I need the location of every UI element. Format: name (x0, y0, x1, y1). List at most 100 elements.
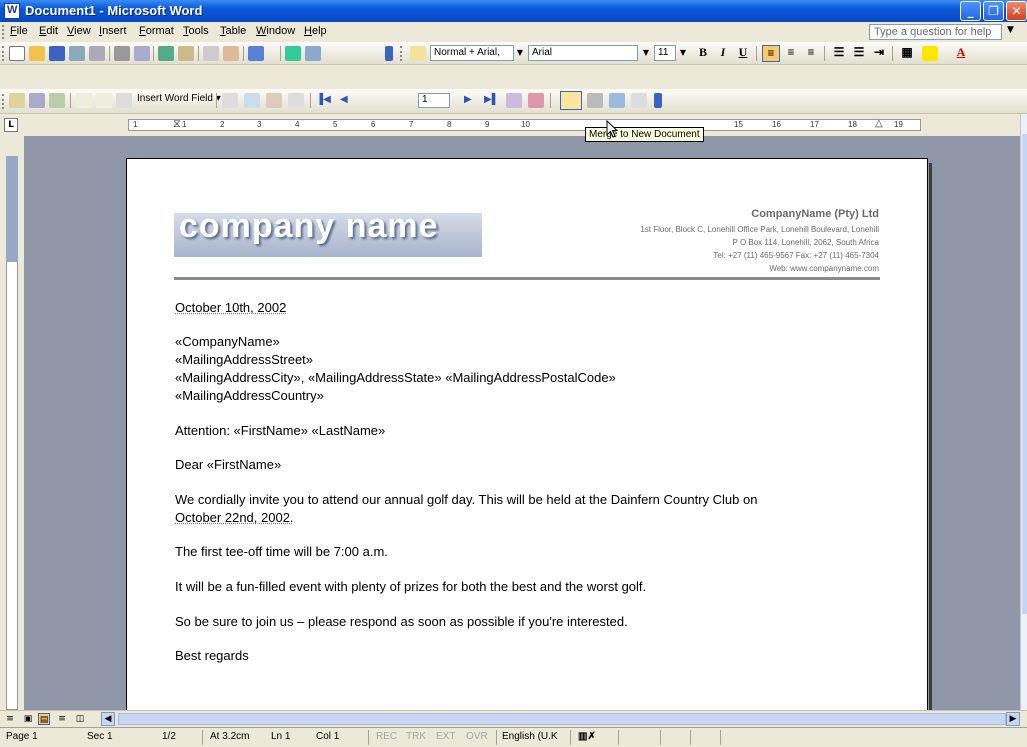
spelling-status-icon[interactable]: ▥✗ (578, 731, 596, 742)
first-record-icon[interactable]: ▐◀ (316, 94, 331, 105)
letter-paragraph-2[interactable]: The first tee-off time will be 7:00 a.m. (175, 544, 388, 559)
letter-greeting[interactable]: Dear «FirstName» (175, 457, 281, 472)
vertical-scroll-thumb[interactable] (1022, 134, 1027, 614)
print-icon[interactable] (114, 46, 130, 61)
main-document-setup-icon[interactable] (9, 93, 25, 108)
insert-address-block-icon[interactable] (76, 93, 92, 108)
insert-greeting-line-icon[interactable] (96, 93, 112, 108)
status-extend[interactable]: EXT (436, 731, 455, 742)
hyperlink-icon[interactable] (285, 46, 301, 61)
find-entry-icon[interactable] (506, 93, 522, 108)
style-combo[interactable]: Normal + Arial, (430, 45, 514, 61)
mail-merge-grip[interactable] (2, 94, 5, 109)
insert-word-field-button[interactable]: Insert Word Field ▾ (137, 93, 221, 104)
font-dropdown-icon[interactable]: ▼ (640, 45, 652, 61)
styles-pane-icon[interactable] (410, 46, 426, 61)
underline-button[interactable]: U (734, 45, 752, 62)
toolbar-options-icon[interactable] (385, 46, 393, 61)
spelling-icon[interactable] (158, 46, 174, 61)
style-dropdown-icon[interactable]: ▼ (514, 45, 526, 61)
merge-field-street[interactable]: «MailingAddressStreet» (175, 352, 313, 367)
merge-field-company[interactable]: «CompanyName» (175, 334, 280, 349)
indent-icon[interactable]: ⇥ (870, 45, 888, 62)
print-layout-icon[interactable]: ▤ (38, 713, 50, 725)
borders-icon[interactable]: ▦ (898, 45, 916, 62)
letter-date[interactable]: October 10th, 2002 (175, 300, 286, 315)
permission-icon[interactable] (69, 46, 85, 61)
merge-to-printer-icon[interactable] (587, 93, 603, 108)
menu-edit[interactable]: Edit (39, 25, 58, 37)
new-document-icon[interactable] (9, 46, 25, 61)
merge-to-email-icon[interactable] (609, 93, 625, 108)
horizontal-ruler[interactable]: L 1 1 2 3 4 5 6 7 8 9 10 15 16 17 18 19 … (0, 114, 1027, 136)
align-right-button[interactable]: ≡ (802, 45, 820, 62)
menu-grip[interactable] (2, 25, 5, 39)
merge-field-country[interactable]: «MailingAddressCountry» (175, 388, 324, 403)
research-icon[interactable] (178, 46, 194, 61)
letter-closing[interactable]: Best regards (175, 648, 249, 663)
merge-field-city-line[interactable]: «MailingAddressCity», «MailingAddressSta… (175, 370, 616, 385)
outline-view-icon[interactable]: ≡ (56, 713, 68, 725)
center-button[interactable]: ≡ (782, 45, 800, 62)
previous-record-icon[interactable]: ◀ (340, 94, 348, 105)
save-icon[interactable] (49, 46, 65, 61)
print-preview-icon[interactable] (134, 46, 150, 61)
tab-selector-icon[interactable]: L (4, 118, 18, 132)
letter-paragraph-1b[interactable]: October 22nd, 2002. (175, 510, 294, 525)
menu-help[interactable]: Help (304, 25, 327, 37)
help-dropdown-icon[interactable]: ▼ (1007, 25, 1014, 35)
word-app-icon[interactable] (4, 3, 20, 19)
menu-insert[interactable]: Insert (99, 25, 127, 37)
paste-icon[interactable] (223, 46, 239, 61)
bold-button[interactable]: B (694, 45, 712, 62)
scroll-left-icon[interactable]: ◀ (101, 712, 115, 726)
first-line-indent-icon[interactable]: ⧖ (173, 118, 181, 131)
go-to-record-input[interactable]: 1 (418, 93, 450, 108)
match-fields-icon[interactable] (266, 93, 282, 108)
open-folder-icon[interactable] (29, 46, 45, 61)
status-language[interactable]: English (U.K (502, 731, 558, 742)
menu-format[interactable]: Format (139, 25, 174, 37)
vertical-ruler[interactable] (0, 136, 24, 710)
font-color-icon[interactable]: A (952, 45, 970, 62)
document-page[interactable]: company name CompanyName (Pty) Ltd 1st F… (126, 158, 932, 710)
ruler-bar[interactable]: 1 1 2 3 4 5 6 7 8 9 10 15 16 17 18 19 ⧖ … (128, 118, 921, 131)
check-for-errors-icon[interactable] (528, 93, 544, 108)
letter-attention[interactable]: Attention: «FirstName» «LastName» (175, 423, 385, 438)
web-layout-icon[interactable]: ▣ (22, 713, 34, 725)
normal-view-icon[interactable]: ≡ (4, 713, 16, 725)
next-record-icon[interactable]: ▶ (464, 94, 472, 105)
reading-layout-icon[interactable]: ◫ (74, 713, 86, 725)
insert-merge-fields-icon[interactable] (116, 93, 132, 108)
menu-view[interactable]: View (67, 25, 91, 37)
bullets-icon[interactable]: ☰ (850, 45, 868, 62)
merge-to-new-document-button[interactable] (560, 91, 582, 110)
merge-to-fax-icon[interactable] (631, 93, 647, 108)
right-indent-icon[interactable]: △ (875, 118, 883, 129)
minimize-button[interactable]: _ (960, 1, 981, 21)
letter-paragraph-1a[interactable]: We cordially invite you to attend our an… (175, 492, 757, 507)
status-overtype[interactable]: OVR (466, 731, 488, 742)
close-button[interactable]: ✕ (1006, 1, 1027, 21)
last-record-icon[interactable]: ▶▌ (484, 94, 499, 105)
vertical-scrollbar[interactable] (1020, 114, 1027, 710)
font-size-combo[interactable]: 11 (654, 45, 676, 61)
font-size-dropdown-icon[interactable]: ▼ (677, 45, 689, 61)
italic-button[interactable]: I (714, 45, 732, 62)
menu-window[interactable]: Window (256, 25, 295, 37)
status-record-macro[interactable]: REC (376, 731, 397, 742)
menu-table[interactable]: Table (220, 25, 246, 37)
table-icon[interactable] (305, 46, 321, 61)
letter-paragraph-4[interactable]: So be sure to join us – please respond a… (175, 614, 628, 629)
highlight-merge-fields-icon[interactable] (244, 93, 260, 108)
view-merged-data-icon[interactable] (222, 93, 238, 108)
mail-merge-options-icon[interactable] (654, 93, 662, 108)
maximize-button[interactable]: ❐ (983, 1, 1004, 21)
email-icon[interactable] (89, 46, 105, 61)
copy-icon[interactable] (203, 46, 219, 61)
align-left-button[interactable]: ≡ (762, 45, 780, 62)
help-search-input[interactable]: Type a question for help (869, 24, 1002, 40)
menu-tools[interactable]: Tools (183, 25, 209, 37)
status-track-changes[interactable]: TRK (406, 731, 426, 742)
open-data-source-icon[interactable] (29, 93, 45, 108)
